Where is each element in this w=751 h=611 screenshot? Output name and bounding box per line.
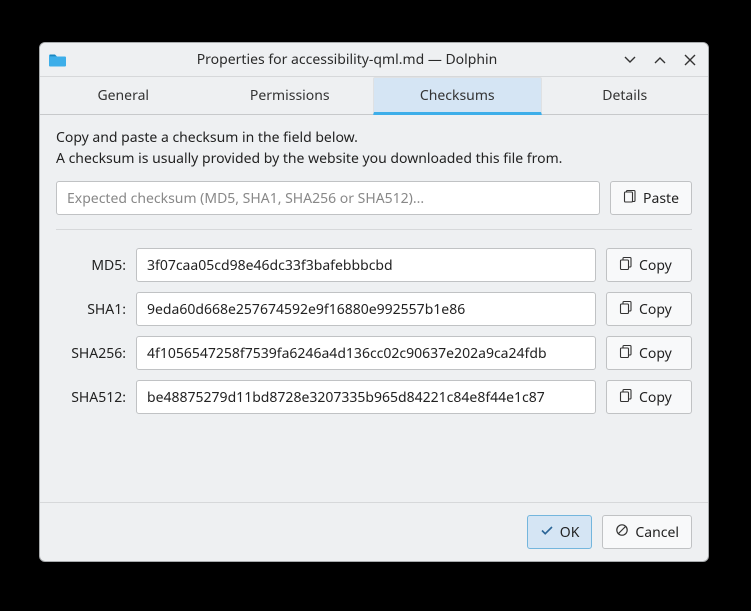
sha512-label: SHA512: <box>56 388 126 407</box>
dialog-footer: OK Cancel <box>40 502 708 561</box>
sha1-copy-button[interactable]: Copy <box>606 292 692 326</box>
separator <box>56 229 692 230</box>
md5-label: MD5: <box>56 256 126 275</box>
dialog-window: Properties for accessibility-qml.md — Do… <box>39 42 709 562</box>
sha256-value[interactable]: 4f1056547258f7539fa6246a4d136cc02c90637e… <box>136 336 596 370</box>
copy-icon <box>619 388 633 407</box>
copy-label: Copy <box>639 344 672 363</box>
clipboard-icon <box>623 189 637 208</box>
tab-label: Checksums <box>420 86 495 105</box>
intro-line2: A checksum is usually provided by the we… <box>56 148 692 169</box>
titlebar[interactable]: Properties for accessibility-qml.md — Do… <box>40 43 708 77</box>
tab-general[interactable]: General <box>40 77 207 115</box>
tab-details[interactable]: Details <box>542 77 709 115</box>
tab-label: General <box>97 86 149 105</box>
copy-label: Copy <box>639 300 672 319</box>
copy-label: Copy <box>639 256 672 275</box>
intro-line1: Copy and paste a checksum in the field b… <box>56 127 692 148</box>
folder-icon <box>48 50 68 70</box>
checksum-grid: MD5: 3f07caa05cd98e46dc33f3bafebbbcbd Co… <box>56 248 692 414</box>
tab-permissions[interactable]: Permissions <box>207 77 374 115</box>
ok-label: OK <box>560 523 580 542</box>
maximize-icon[interactable] <box>650 50 670 70</box>
sha512-value[interactable]: be48875279d11bd8728e3207335b965d84221c84… <box>136 380 596 414</box>
minimize-icon[interactable] <box>620 50 640 70</box>
md5-copy-button[interactable]: Copy <box>606 248 692 282</box>
copy-label: Copy <box>639 388 672 407</box>
check-icon <box>540 523 554 542</box>
expected-checksum-input[interactable] <box>56 181 600 215</box>
ok-button[interactable]: OK <box>527 515 593 549</box>
tab-checksums[interactable]: Checksums <box>373 77 542 115</box>
sha256-label: SHA256: <box>56 344 126 363</box>
sha512-copy-button[interactable]: Copy <box>606 380 692 414</box>
content-area: Copy and paste a checksum in the field b… <box>40 115 708 502</box>
paste-button[interactable]: Paste <box>610 181 692 215</box>
sha1-label: SHA1: <box>56 300 126 319</box>
copy-icon <box>619 256 633 275</box>
tab-label: Details <box>602 86 647 105</box>
paste-label: Paste <box>643 189 679 208</box>
tab-bar: General Permissions Checksums Details <box>40 77 708 115</box>
copy-icon <box>619 300 633 319</box>
close-icon[interactable] <box>680 50 700 70</box>
sha1-value[interactable]: 9eda60d668e257674592e9f16880e992557b1e86 <box>136 292 596 326</box>
cancel-icon <box>615 523 629 542</box>
window-title: Properties for accessibility-qml.md — Do… <box>74 50 620 69</box>
copy-icon <box>619 344 633 363</box>
cancel-button[interactable]: Cancel <box>602 515 692 549</box>
tab-label: Permissions <box>250 86 330 105</box>
intro-text: Copy and paste a checksum in the field b… <box>56 127 692 169</box>
cancel-label: Cancel <box>635 523 679 542</box>
md5-value[interactable]: 3f07caa05cd98e46dc33f3bafebbbcbd <box>136 248 596 282</box>
sha256-copy-button[interactable]: Copy <box>606 336 692 370</box>
